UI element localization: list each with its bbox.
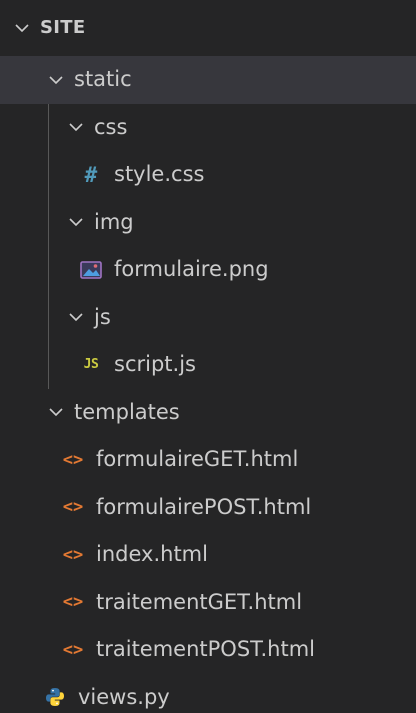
explorer-root-site[interactable]: SITE	[0, 0, 416, 56]
chevron-down-icon	[66, 307, 86, 327]
indent-guide	[48, 293, 49, 341]
tree-file-views-py[interactable]: views.py	[0, 674, 416, 713]
tree-item-label: views.py	[78, 684, 170, 709]
tree-folder-templates[interactable]: templates	[0, 389, 416, 437]
js-file-icon: JS	[83, 357, 99, 373]
tree-file-index-html[interactable]: <> index.html	[0, 531, 416, 579]
indent-guide	[48, 198, 49, 246]
chevron-down-icon	[46, 402, 66, 422]
tree-item-label: css	[94, 114, 128, 139]
html-file-icon: <>	[62, 592, 84, 613]
chevron-down-icon	[12, 18, 32, 38]
tree-file-formulaireget-html[interactable]: <> formulaireGET.html	[0, 436, 416, 484]
chevron-down-icon	[66, 212, 86, 232]
tree-folder-js[interactable]: js	[0, 293, 416, 341]
tree-file-formulairepost-html[interactable]: <> formulairePOST.html	[0, 484, 416, 532]
tree-item-label: index.html	[96, 542, 208, 567]
tree-item-label: formulairePOST.html	[96, 494, 312, 519]
tree-file-script-js[interactable]: JS script.js	[0, 341, 416, 389]
html-file-icon: <>	[62, 544, 84, 565]
tree-item-label: traitementGET.html	[96, 589, 303, 614]
hash-icon: #	[84, 162, 98, 187]
python-file-icon	[44, 686, 66, 708]
tree-item-label: templates	[74, 399, 180, 424]
tree-folder-img[interactable]: img	[0, 198, 416, 246]
html-file-icon: <>	[62, 449, 84, 470]
html-file-icon: <>	[62, 639, 84, 660]
tree-item-label: formulaire.png	[114, 257, 269, 282]
indent-guide	[48, 151, 49, 199]
tree-folder-static[interactable]: static	[0, 56, 416, 104]
image-file-icon	[80, 259, 102, 281]
tree-item-label: style.css	[114, 162, 205, 187]
html-file-icon: <>	[62, 497, 84, 518]
tree-item-label: img	[94, 209, 134, 234]
indent-guide	[48, 103, 49, 151]
tree-item-label: formulaireGET.html	[96, 447, 299, 472]
tree-file-traitementpost-html[interactable]: <> traitementPOST.html	[0, 626, 416, 674]
indent-guide	[48, 341, 49, 389]
chevron-down-icon	[46, 70, 66, 90]
indent-guide	[48, 246, 49, 294]
tree-file-formulaire-png[interactable]: formulaire.png	[0, 246, 416, 294]
tree-item-label: js	[94, 304, 111, 329]
explorer-root-label: SITE	[40, 17, 86, 38]
tree-item-label: script.js	[114, 352, 196, 377]
tree-item-label: traitementPOST.html	[96, 637, 316, 662]
file-explorer: SITE static css # style.css img formulai…	[0, 0, 416, 713]
tree-folder-css[interactable]: css	[0, 103, 416, 151]
tree-item-label: static	[74, 67, 132, 92]
chevron-down-icon	[66, 117, 86, 137]
tree-file-style-css[interactable]: # style.css	[0, 151, 416, 199]
tree-file-traitementget-html[interactable]: <> traitementGET.html	[0, 579, 416, 627]
